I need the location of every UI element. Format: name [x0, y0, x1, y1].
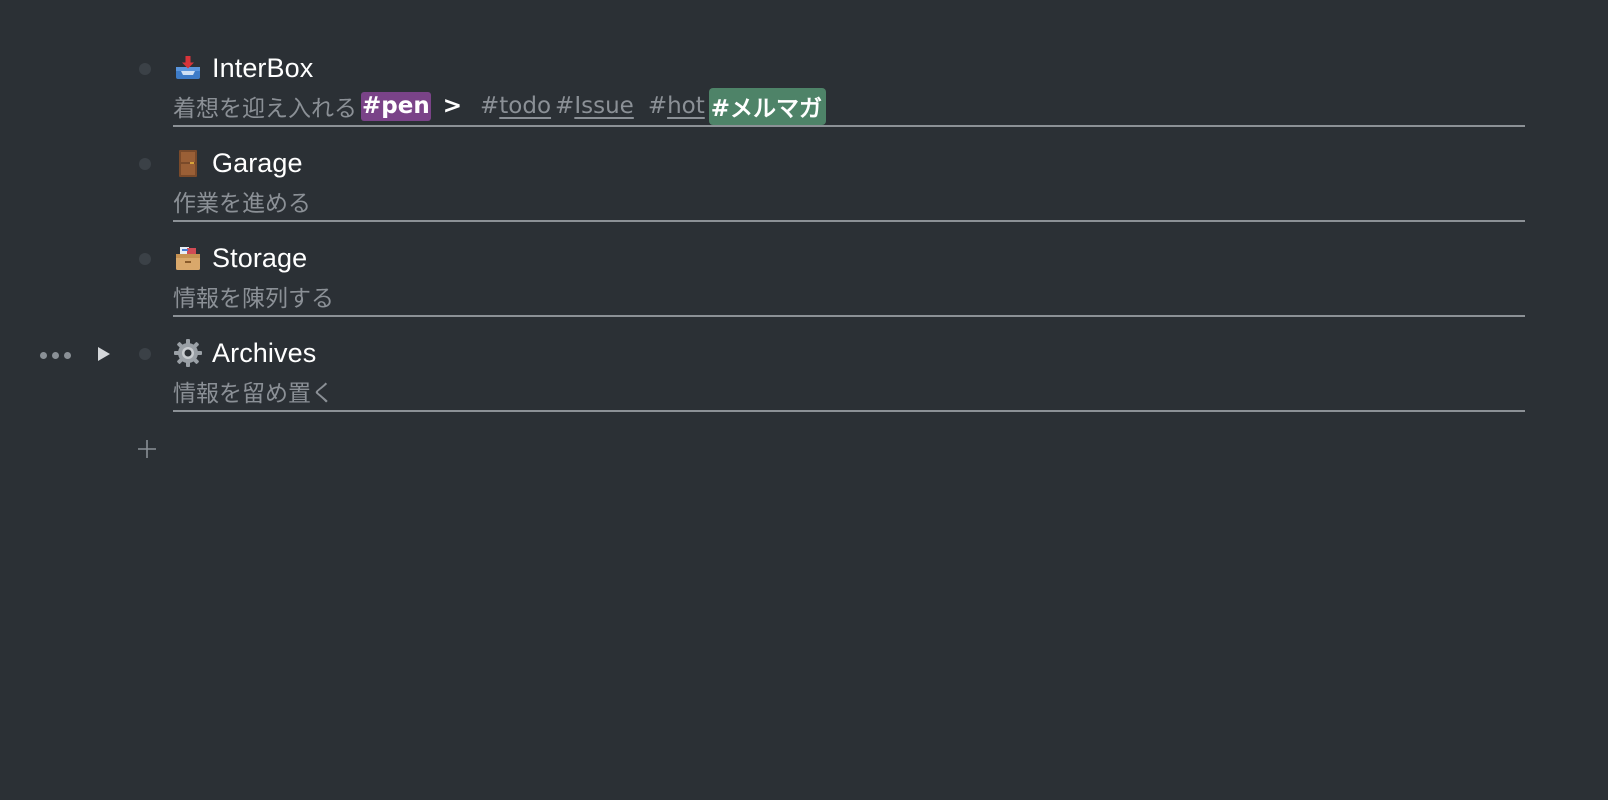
tag-hash: #	[480, 93, 500, 119]
item-divider	[173, 315, 1525, 317]
item-divider	[173, 410, 1525, 412]
tag-mailmag[interactable]: #メルマガ	[708, 87, 827, 125]
item-divider	[173, 220, 1525, 222]
inbox-tray-icon	[176, 56, 200, 79]
outline-item-storage[interactable]: Storage 情報を陳列する	[0, 238, 1608, 334]
tag-pen[interactable]: #pen	[361, 91, 431, 121]
bullet-icon[interactable]	[139, 158, 151, 170]
item-note[interactable]: 着想を迎え入れる #pen > #todo #Issue #hot #メルマガ	[173, 87, 827, 125]
item-title[interactable]: Archives	[212, 338, 316, 369]
more-options-icon[interactable]	[40, 351, 74, 359]
dot	[64, 351, 71, 359]
dot	[52, 351, 59, 359]
expand-triangle-icon[interactable]	[96, 345, 112, 363]
item-note[interactable]: 情報を留め置く	[173, 375, 334, 407]
note-text: 作業を進める	[173, 191, 311, 217]
note-arrow: >	[442, 93, 462, 119]
tag-todo[interactable]: #todo	[480, 93, 551, 119]
item-title-row[interactable]: Garage	[173, 145, 303, 181]
outline-list: InterBox 着想を迎え入れる #pen > #todo #Issue #h…	[0, 0, 1608, 800]
item-note[interactable]: 作業を進める	[173, 185, 311, 217]
item-title-row[interactable]: InterBox	[173, 50, 313, 86]
note-text: 情報を留め置く	[173, 381, 334, 407]
item-title[interactable]: InterBox	[212, 53, 313, 84]
tag-issue[interactable]: #Issue	[555, 93, 634, 119]
bullet-icon[interactable]	[139, 348, 151, 360]
plus-icon[interactable]	[136, 438, 158, 460]
outline-item-garage[interactable]: Garage 作業を進める	[0, 143, 1608, 239]
tag-hash: #	[555, 93, 575, 119]
gear-icon	[174, 339, 202, 367]
note-text: 着想を迎え入れる	[173, 96, 357, 122]
tag-name: Issue	[574, 93, 634, 119]
dot	[40, 351, 47, 359]
tag-name: todo	[499, 93, 552, 119]
tag-hash: #	[647, 93, 668, 119]
tag-name: hot	[667, 93, 705, 119]
note-text: 情報を陳列する	[173, 286, 334, 312]
card-file-box-icon	[176, 247, 200, 270]
item-note[interactable]: 情報を陳列する	[173, 280, 334, 312]
outline-item-interbox[interactable]: InterBox 着想を迎え入れる #pen > #todo #Issue #h…	[0, 48, 1608, 144]
item-title-row[interactable]: Archives	[173, 335, 316, 371]
outline-item-archives[interactable]: Archives 情報を留め置く	[0, 333, 1608, 429]
door-icon	[179, 150, 197, 177]
item-title-row[interactable]: Storage	[173, 240, 307, 276]
item-divider	[173, 125, 1525, 127]
bullet-icon[interactable]	[139, 253, 151, 265]
tag-hot[interactable]: #hot	[648, 93, 705, 119]
item-title[interactable]: Storage	[212, 243, 307, 274]
item-title[interactable]: Garage	[212, 148, 303, 179]
bullet-icon[interactable]	[139, 63, 151, 75]
